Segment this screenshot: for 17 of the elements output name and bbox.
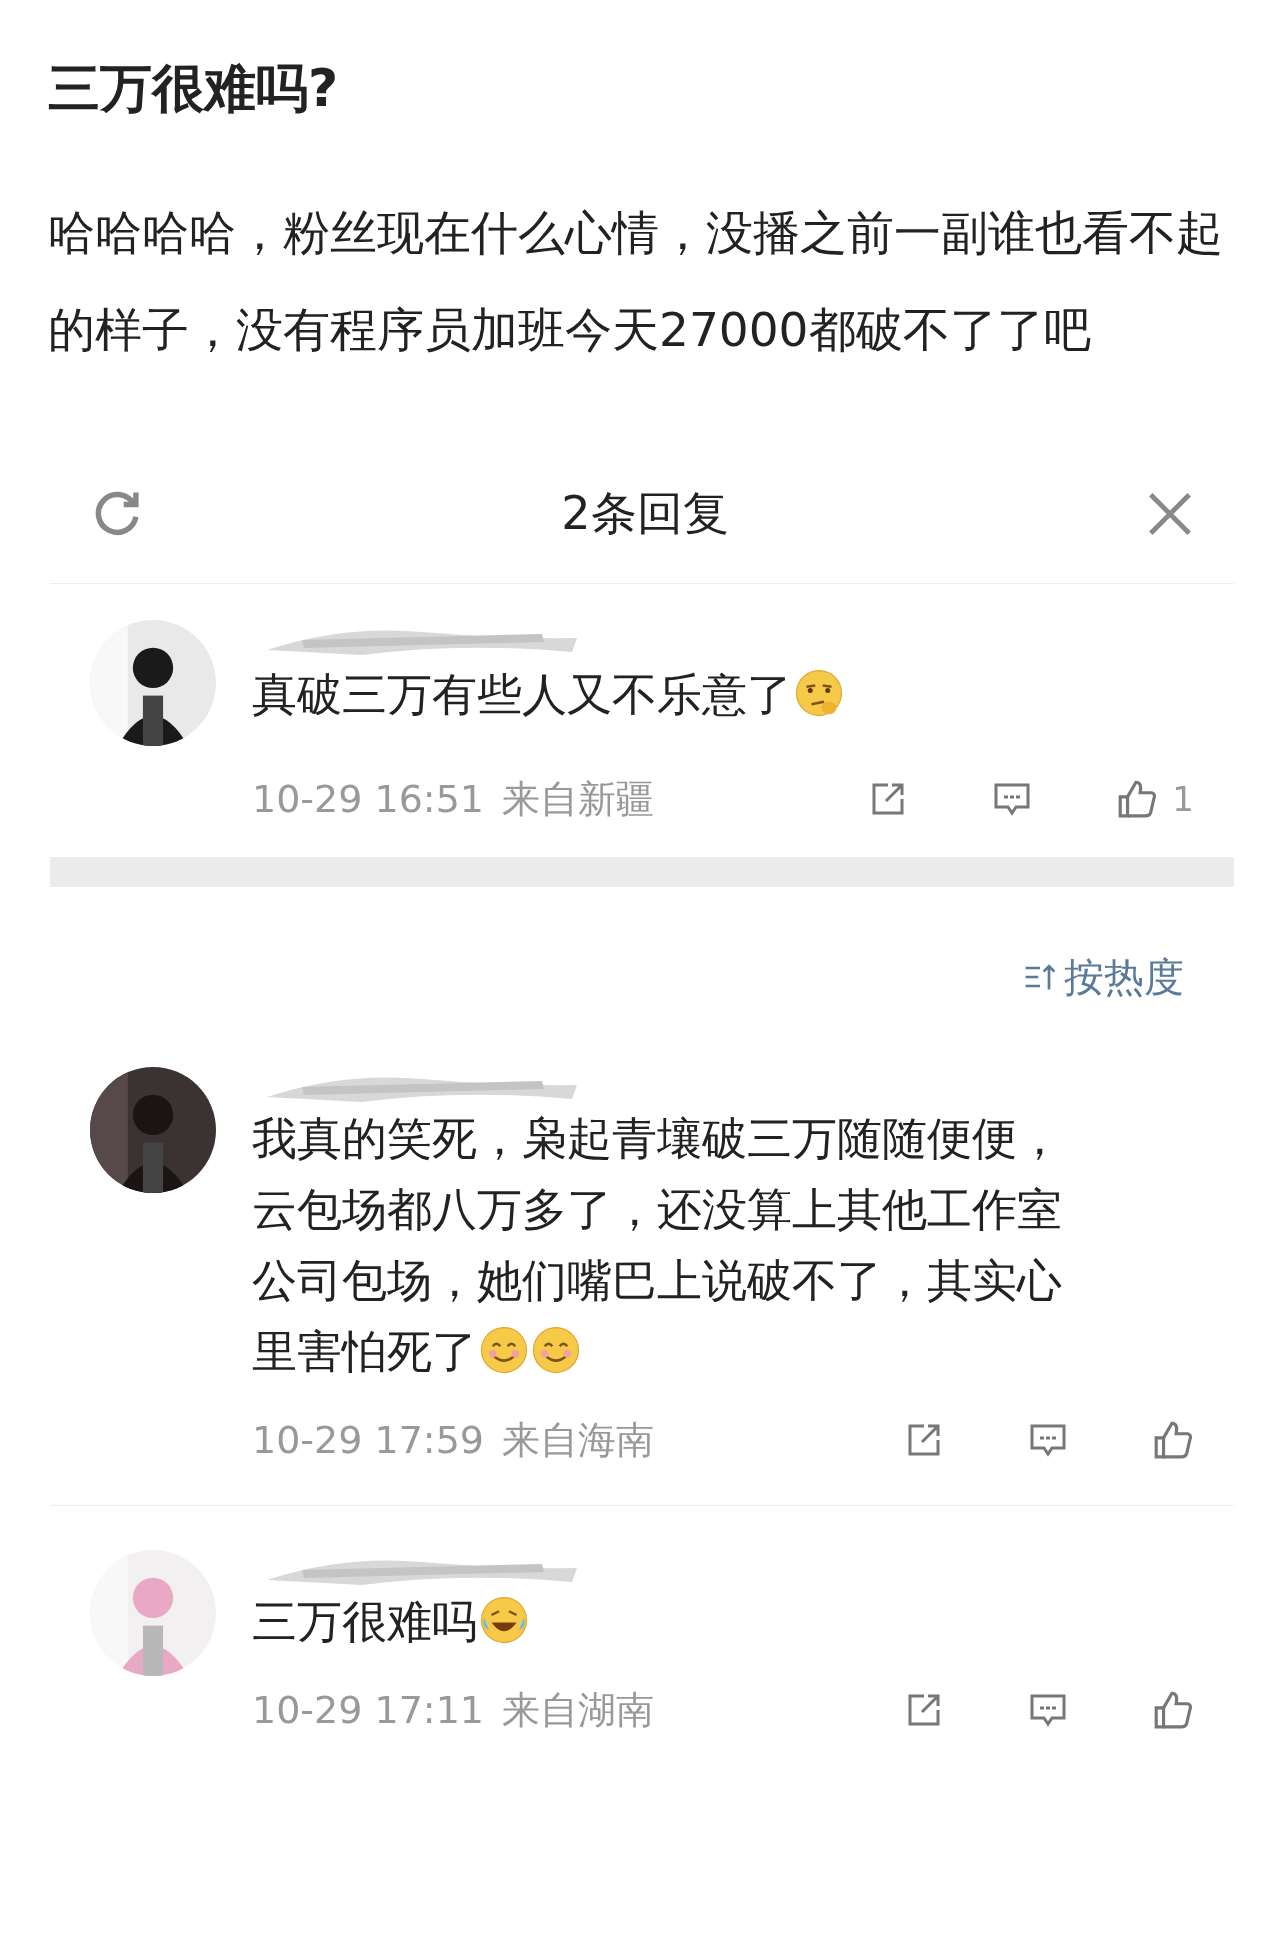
panel-title: 2条回复 (560, 485, 730, 542)
comment-time: 10-29 16:51 (252, 775, 484, 823)
comment-text: 真破三万有些人又不乐意了 (252, 660, 1234, 730)
comment-location: 来自湖南 (502, 1686, 654, 1734)
thumbs-up-icon[interactable] (1152, 1689, 1194, 1731)
thumbs-up-icon[interactable] (1152, 1419, 1194, 1461)
thumbs-up-icon[interactable] (1116, 778, 1159, 820)
sort-button[interactable]: 按热度 (1022, 947, 1184, 1007)
like-count: 1 (1172, 777, 1194, 821)
comment-text: 三万很难吗 (252, 1586, 1234, 1657)
comment-time: 10-29 17:59 (252, 1416, 484, 1464)
post-body: 哈哈哈哈，粉丝现在什么心情，没播之前一副谁也看不起的样子，没有程序员加班今天27000都破不了了吧 (48, 204, 1224, 359)
comment-text: 我真的笑死，枭起青壤破三万随随便便， 云包场都八万多了，还没算上其他工作室 公司包场，她们嘴巴上说破不了，其实心 里害怕死了 (252, 1111, 1063, 1380)
comment-location: 来自海南 (502, 1416, 654, 1464)
comment-location: 来自新疆 (502, 775, 654, 823)
post-title: 三万很难吗? (48, 57, 340, 120)
comment-time: 10-29 17:11 (252, 1686, 484, 1734)
